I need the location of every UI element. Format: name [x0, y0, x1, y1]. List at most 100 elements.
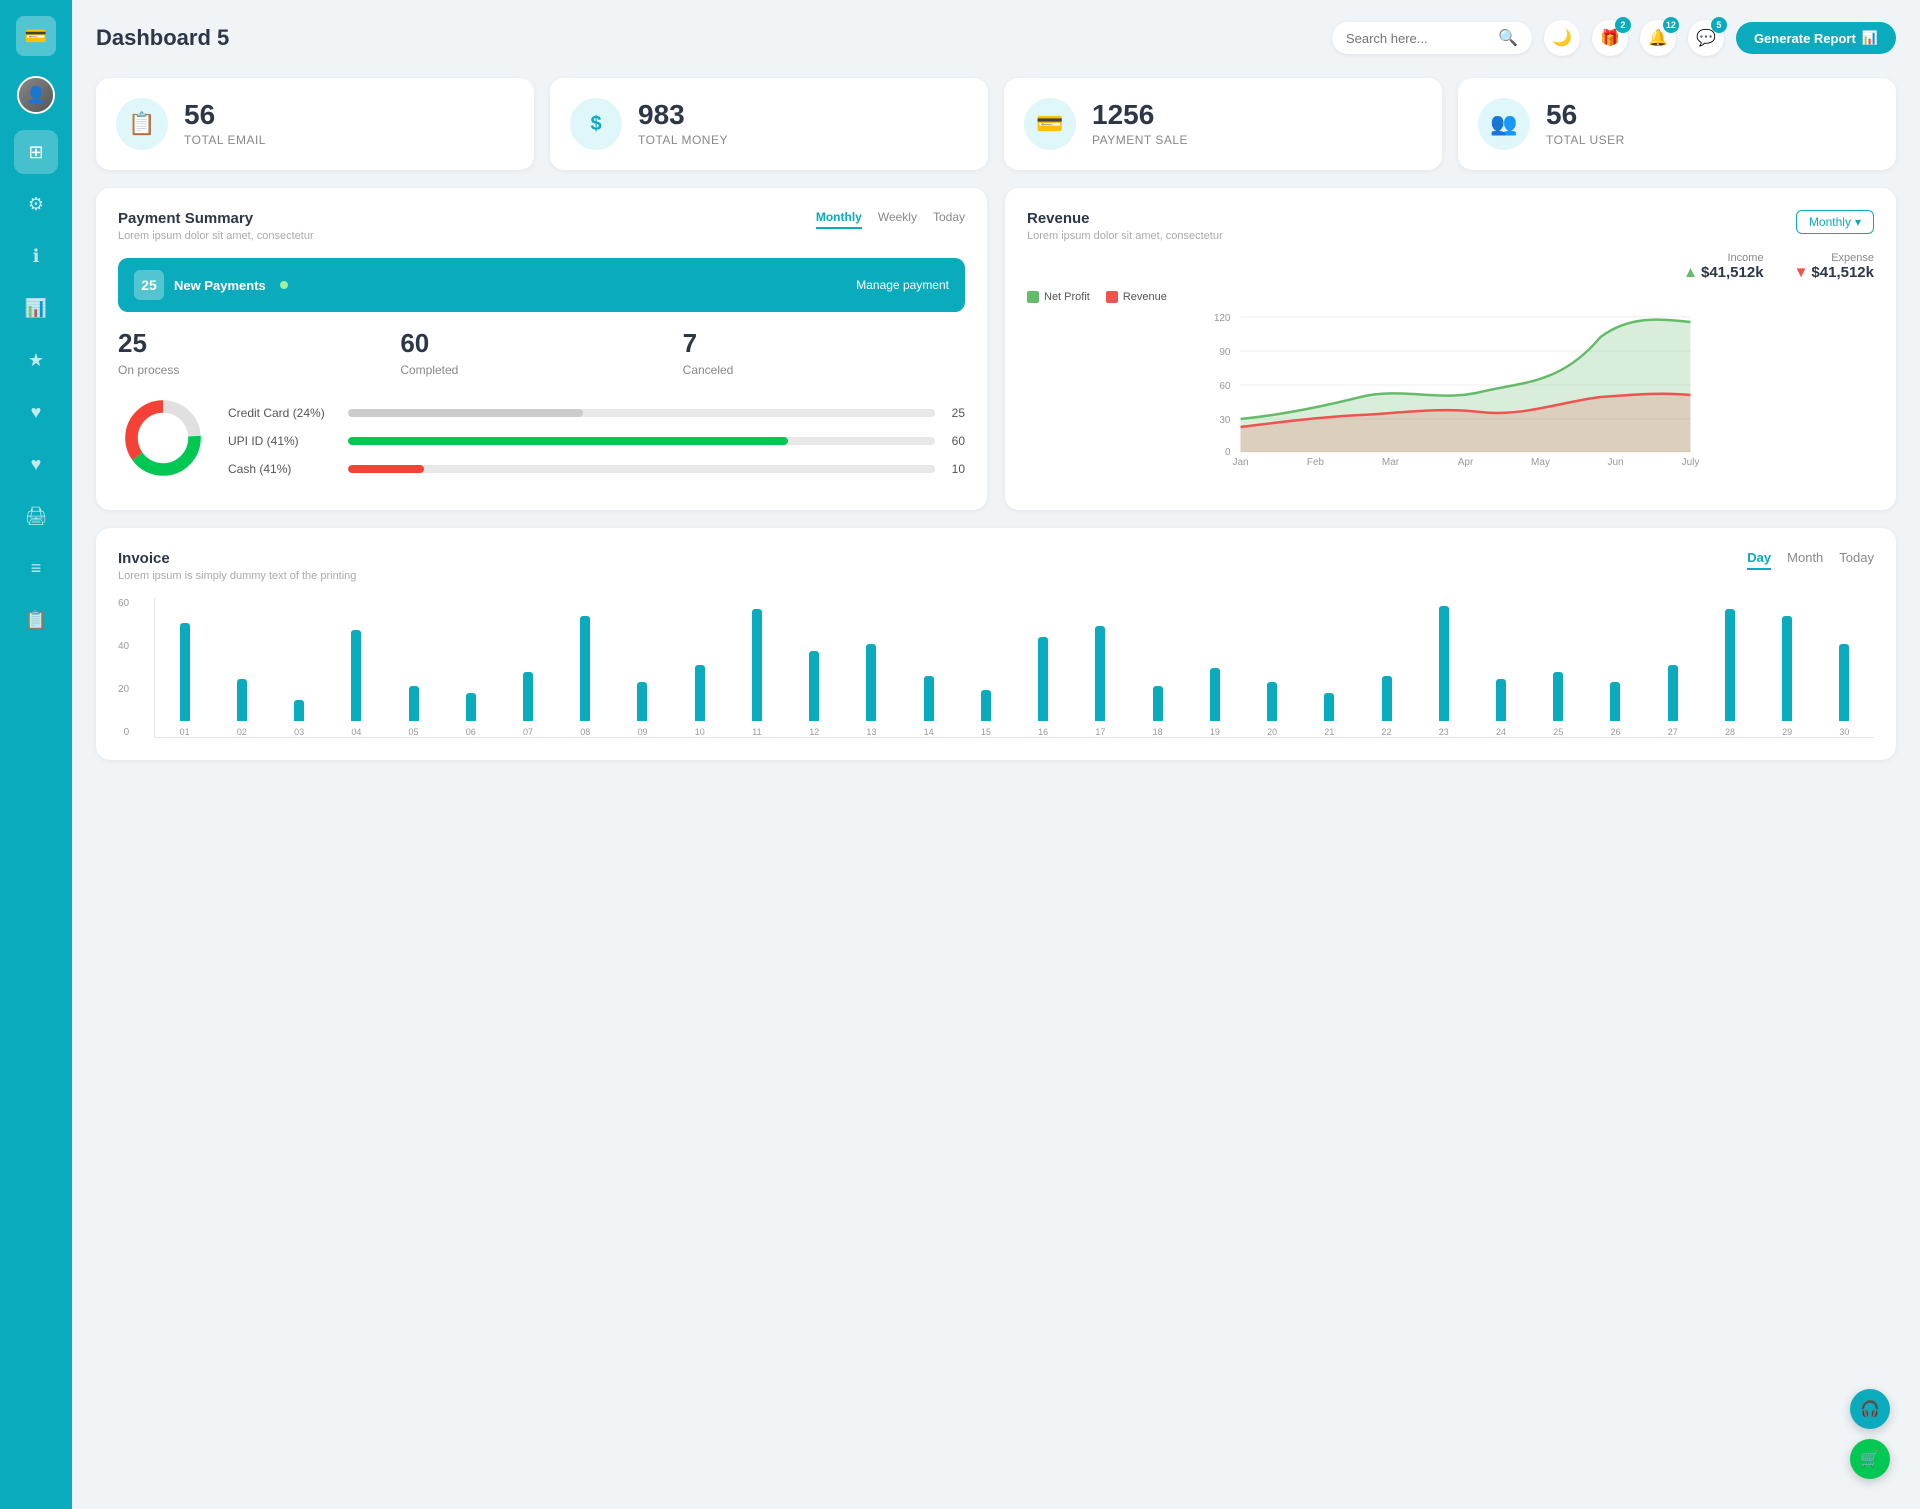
y-label-60: 60: [118, 598, 129, 609]
bar-x-label: 07: [523, 727, 533, 737]
expense-label: Expense: [1794, 252, 1874, 264]
bar-x-label: 29: [1782, 727, 1792, 737]
invoice-bar: [1267, 682, 1277, 721]
float-buttons: 🎧 🛒: [1850, 1389, 1890, 1479]
sidebar-item-heart[interactable]: ♥: [14, 390, 58, 434]
revenue-label: Revenue: [1123, 291, 1167, 303]
income-val: ▲$41,512k: [1683, 264, 1763, 281]
bar-chart-container: 60 40 20 0 01020304050607080910111213141…: [118, 598, 1874, 738]
invoice-header: Invoice Lorem ipsum is simply dummy text…: [118, 550, 1874, 582]
bar-col: 09: [617, 597, 668, 737]
bar-col: 13: [846, 597, 897, 737]
payment-summary-card: Payment Summary Lorem ipsum dolor sit am…: [96, 188, 987, 510]
sidebar-item-analytics[interactable]: 📊: [14, 286, 58, 330]
bar-col: 15: [960, 597, 1011, 737]
canceled-label: Canceled: [683, 363, 965, 377]
bar-col: 12: [789, 597, 840, 737]
netprofit-dot: [1027, 291, 1039, 303]
bar-col: 02: [216, 597, 267, 737]
bar-col: 17: [1075, 597, 1126, 737]
bar-col: 27: [1647, 597, 1698, 737]
search-input[interactable]: [1346, 31, 1490, 46]
sidebar-item-info[interactable]: ℹ: [14, 234, 58, 278]
tab-weekly[interactable]: Weekly: [878, 210, 917, 229]
revenue-period-btn[interactable]: Monthly ▾: [1796, 210, 1874, 234]
bar-col: 25: [1533, 597, 1584, 737]
canceled-stat: 7 Canceled: [683, 328, 965, 377]
bar-x-label: 11: [752, 727, 761, 737]
total-money-num: 983: [638, 101, 728, 129]
cart-btn[interactable]: 🛒: [1850, 1439, 1890, 1479]
on-process-stat: 25 On process: [118, 328, 400, 377]
chart-legend: Net Profit Revenue: [1027, 291, 1874, 303]
headset-btn[interactable]: 🎧: [1850, 1389, 1890, 1429]
sidebar-item-print[interactable]: 🖨: [14, 494, 58, 538]
tab-today[interactable]: Today: [933, 210, 965, 229]
payment-summary-title: Payment Summary: [118, 210, 314, 227]
bar-col: 04: [331, 597, 382, 737]
progress-label-0: Credit Card (24%): [228, 406, 338, 420]
bar-x-label: 21: [1324, 727, 1334, 737]
bar-col: 26: [1590, 597, 1641, 737]
svg-text:May: May: [1531, 457, 1550, 467]
progress-bar-bg-2: [348, 465, 935, 473]
stat-card-user: 👥 56 TOTAL USER: [1458, 78, 1896, 170]
manage-payment-link[interactable]: Manage payment: [856, 278, 949, 292]
bar-col: 19: [1189, 597, 1240, 737]
sidebar-logo[interactable]: 💳: [16, 16, 56, 56]
chat-btn[interactable]: 💬 5: [1688, 20, 1724, 56]
progress-section: Credit Card (24%) 25 UPI ID (41%) 60: [118, 393, 965, 488]
bar-x-label: 19: [1210, 727, 1220, 737]
invoice-bar: [1496, 679, 1506, 721]
revenue-title: Revenue: [1027, 210, 1223, 227]
y-label-0: 0: [124, 727, 130, 738]
invoice-bar: [580, 616, 590, 721]
sidebar-item-star[interactable]: ★: [14, 338, 58, 382]
tab-month[interactable]: Month: [1787, 550, 1823, 570]
bar-col: 28: [1704, 597, 1755, 737]
sidebar-item-settings[interactable]: ⚙: [14, 182, 58, 226]
sidebar-item-reports[interactable]: 📋: [14, 598, 58, 642]
generate-report-button[interactable]: Generate Report 📊: [1736, 22, 1896, 54]
bar-x-label: 27: [1668, 727, 1678, 737]
avatar[interactable]: 👤: [17, 76, 55, 114]
sidebar-item-dashboard[interactable]: ⊞: [14, 130, 58, 174]
progress-list: Credit Card (24%) 25 UPI ID (41%) 60: [228, 393, 965, 488]
progress-bar-fill-2: [348, 465, 424, 473]
invoice-card: Invoice Lorem ipsum is simply dummy text…: [96, 528, 1896, 760]
bell-btn[interactable]: 🔔 12: [1640, 20, 1676, 56]
mid-row: Payment Summary Lorem ipsum dolor sit am…: [96, 188, 1896, 510]
invoice-bar: [637, 682, 647, 721]
sidebar: 💳 👤 ⊞ ⚙ ℹ 📊 ★ ♥ ♥ 🖨 ≡ 📋: [0, 0, 72, 1509]
income-icon: ▲: [1683, 264, 1698, 281]
bar-col: 03: [273, 597, 324, 737]
invoice-bar: [1839, 644, 1849, 721]
bar-col: 05: [388, 597, 439, 737]
bar-x-label: 13: [866, 727, 876, 737]
payment-summary-subtitle: Lorem ipsum dolor sit amet, consectetur: [118, 230, 314, 242]
tab-monthly[interactable]: Monthly: [816, 210, 862, 229]
tab-today[interactable]: Today: [1839, 550, 1874, 570]
search-bar[interactable]: 🔍: [1332, 22, 1532, 54]
bar-col: 29: [1762, 597, 1813, 737]
revenue-card: Revenue Lorem ipsum dolor sit amet, cons…: [1005, 188, 1896, 510]
theme-toggle-btn[interactable]: 🌙: [1544, 20, 1580, 56]
invoice-bar: [1610, 682, 1620, 721]
y-label-20: 20: [118, 684, 129, 695]
completed-label: Completed: [400, 363, 682, 377]
invoice-bar: [409, 686, 419, 721]
sidebar-item-menu[interactable]: ≡: [14, 546, 58, 590]
invoice-tabs: Day Month Today: [1747, 550, 1874, 570]
progress-val-2: 10: [945, 462, 965, 476]
invoice-bar: [1782, 616, 1792, 721]
progress-bar-fill-0: [348, 409, 583, 417]
sidebar-item-heart2[interactable]: ♥: [14, 442, 58, 486]
invoice-bar: [351, 630, 361, 721]
expense-val: ▼$41,512k: [1794, 264, 1874, 281]
gift-btn[interactable]: 🎁 2: [1592, 20, 1628, 56]
header-actions: 🔍 🌙 🎁 2 🔔 12 💬 5 Generate Report 📊: [1332, 20, 1896, 56]
income-label: Income: [1683, 252, 1763, 264]
invoice-bar: [1038, 637, 1048, 721]
tab-day[interactable]: Day: [1747, 550, 1771, 570]
progress-bar-bg-1: [348, 437, 935, 445]
